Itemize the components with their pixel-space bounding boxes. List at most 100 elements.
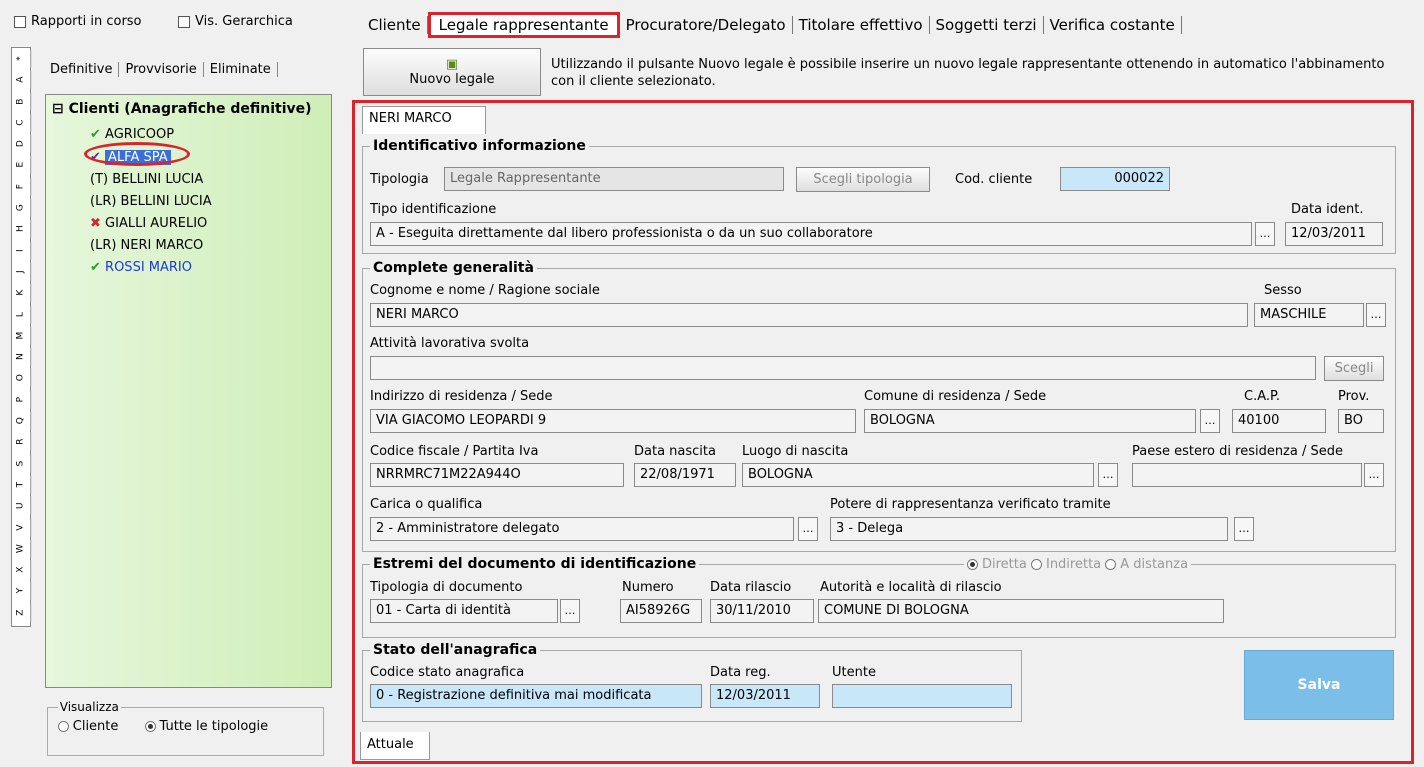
alphabet-letter[interactable]: R xyxy=(10,432,32,451)
prov-field[interactable]: BO xyxy=(1338,409,1384,433)
codice-stato-field[interactable]: 0 - Registrazione definitiva mai modific… xyxy=(370,684,702,708)
radio-tutte[interactable]: Tutte le tipologie xyxy=(144,719,268,734)
alphabet-letter[interactable]: W xyxy=(10,539,32,558)
radio-indiretta[interactable]: Indiretta xyxy=(1030,557,1101,572)
tab-definitive[interactable]: Definitive xyxy=(44,62,120,77)
radio-cliente[interactable]: Cliente xyxy=(57,719,118,734)
salva-button[interactable]: Salva xyxy=(1244,650,1394,720)
autorita-field[interactable]: COMUNE DI BOLOGNA xyxy=(818,599,1224,623)
alphabet-letter[interactable]: V xyxy=(10,518,32,537)
stato-title: Stato dell'anagrafica xyxy=(370,642,541,658)
carica-field[interactable]: 2 - Amministratore delegato xyxy=(370,517,794,541)
tab-verifica[interactable]: Verifica costante xyxy=(1043,16,1182,34)
data-ident-field[interactable]: 12/03/2011 xyxy=(1285,222,1383,246)
numero-field[interactable]: AI58926G xyxy=(620,599,702,623)
tipo-identificazione-field[interactable]: A - Eseguita direttamente dal libero pro… xyxy=(370,222,1252,246)
luogo-picker[interactable]: … xyxy=(1098,463,1118,487)
alphabet-letter[interactable]: K xyxy=(10,283,32,302)
tab-titolare[interactable]: Titolare effettivo xyxy=(792,16,930,34)
attivita-field[interactable] xyxy=(370,356,1316,380)
alphabet-letter[interactable]: I xyxy=(10,241,32,260)
scegli-tipologia-button[interactable]: Scegli tipologia xyxy=(796,167,930,192)
gerarchica-checkbox[interactable]: Vis. Gerarchica xyxy=(178,14,293,29)
alphabet-letter[interactable]: N xyxy=(10,347,32,366)
alphabet-letter[interactable]: E xyxy=(10,156,32,175)
alphabet-letter[interactable]: X xyxy=(10,560,32,579)
alphabet-letter[interactable]: Q xyxy=(10,411,32,430)
tipologia-field[interactable]: Legale Rappresentante xyxy=(444,167,784,191)
tab-cliente[interactable]: Cliente xyxy=(362,16,428,34)
tab-procuratore[interactable]: Procuratore/Delegato xyxy=(619,16,793,34)
tab-soggetti[interactable]: Soggetti terzi xyxy=(929,16,1044,34)
alphabet-letter[interactable]: J xyxy=(10,262,32,281)
alphabet-letter[interactable]: T xyxy=(10,475,32,494)
alphabet-letter[interactable]: U xyxy=(10,496,32,515)
tree-item-gialli[interactable]: ✖ GIALLI AURELIO xyxy=(90,216,207,231)
add-document-icon: ▣ xyxy=(445,57,459,72)
alphabet-letter[interactable]: Z xyxy=(10,603,32,622)
potere-picker[interactable]: … xyxy=(1234,517,1254,541)
sesso-picker[interactable]: … xyxy=(1366,303,1386,327)
tree-root[interactable]: ⊟ Clienti (Anagrafiche definitive) xyxy=(52,101,312,117)
tab-provvisorie[interactable]: Provvisorie xyxy=(119,62,204,77)
alphabet-letter[interactable]: D xyxy=(10,134,32,153)
alphabet-letter[interactable]: F xyxy=(10,177,32,196)
alphabet-letter[interactable]: C xyxy=(10,113,32,132)
sesso-field[interactable]: MASCHILE xyxy=(1254,303,1364,327)
alphabet-letter[interactable]: M xyxy=(10,326,32,345)
radio-distanza[interactable]: A distanza xyxy=(1105,557,1188,572)
scegli-attivita-button[interactable]: Scegli xyxy=(1324,356,1384,381)
cod-cliente-field[interactable]: 000022 xyxy=(1060,167,1170,191)
tree-item-rossi[interactable]: ✔ ROSSI MARIO xyxy=(90,260,192,275)
data-rilascio-field[interactable]: 30/11/2010 xyxy=(710,599,814,623)
radio-diretta[interactable]: Diretta xyxy=(967,557,1027,572)
alphabet-bar: * A B C D E F G H I J K L M N O P Q R S T U V W X Y Z xyxy=(10,47,32,627)
codice-fiscale-field[interactable]: NRRMRC71M22A944O xyxy=(370,463,624,487)
ident-title: Identificativo informazione xyxy=(370,138,589,154)
tab-eliminate[interactable]: Eliminate xyxy=(203,62,278,77)
paese-estero-field[interactable] xyxy=(1132,463,1362,487)
cap-field[interactable]: 40100 xyxy=(1232,409,1326,433)
utente-field[interactable] xyxy=(832,684,1012,708)
potere-field[interactable]: 3 - Delega xyxy=(830,517,1228,541)
tipo-id-picker[interactable]: … xyxy=(1255,222,1275,246)
nome-field[interactable]: NERI MARCO xyxy=(370,303,1248,327)
client-tree: ⊟ Clienti (Anagrafiche definitive) ✔ AGR… xyxy=(45,94,332,688)
main-tabs: Cliente Legale rappresentante Procuratore/… xyxy=(362,12,1182,38)
indirizzo-field[interactable]: VIA GIACOMO LEOPARDI 9 xyxy=(370,409,856,433)
rapporti-checkbox[interactable]: Rapporti in corso xyxy=(14,14,142,29)
alphabet-letter[interactable]: * xyxy=(10,49,32,68)
documento-title: Estremi del documento di identificazione xyxy=(370,556,700,572)
tab-legale[interactable]: Legale rappresentante xyxy=(427,12,620,38)
alphabet-letter[interactable]: S xyxy=(10,454,32,473)
tipo-documento-field[interactable]: 01 - Carta di identità xyxy=(370,599,558,623)
alphabet-letter[interactable]: A xyxy=(10,70,32,89)
tree-item-agricoop[interactable]: ✔ AGRICOOP xyxy=(90,127,174,142)
alphabet-letter[interactable]: L xyxy=(10,305,32,324)
data-nascita-field[interactable]: 22/08/1971 xyxy=(634,463,736,487)
data-reg-field[interactable]: 12/03/2011 xyxy=(710,684,820,708)
comune-picker[interactable]: … xyxy=(1200,409,1220,433)
nuovo-legale-button[interactable]: ▣ Nuovo legale xyxy=(363,48,541,96)
tree-item-t-bellini[interactable]: (T) BELLINI LUCIA xyxy=(90,172,203,187)
carica-picker[interactable]: … xyxy=(798,517,818,541)
alphabet-letter[interactable]: Y xyxy=(10,582,32,601)
tab-attuale[interactable]: Attuale xyxy=(360,732,430,760)
luogo-nascita-field[interactable]: BOLOGNA xyxy=(742,463,1094,487)
visualizza-group: Visualizza Cliente Tutte le tipologie xyxy=(47,700,324,756)
info-text: Utilizzando il pulsante Nuovo legale è p… xyxy=(551,57,1385,89)
alphabet-letter[interactable]: G xyxy=(10,198,32,217)
comune-field[interactable]: BOLOGNA xyxy=(864,409,1196,433)
modalita-radios: Diretta Indiretta A distanza xyxy=(964,557,1192,572)
check-icon: ✔ xyxy=(90,127,101,142)
tipo-doc-picker[interactable]: … xyxy=(560,599,580,623)
tree-item-neri[interactable]: (LR) NERI MARCO xyxy=(90,238,203,253)
alphabet-letter[interactable]: O xyxy=(10,369,32,388)
highlight-circle xyxy=(84,142,190,166)
paese-picker[interactable]: … xyxy=(1364,463,1384,487)
alphabet-letter[interactable]: P xyxy=(10,390,32,409)
tree-item-lr-bellini[interactable]: (LR) BELLINI LUCIA xyxy=(90,194,212,209)
alphabet-letter[interactable]: B xyxy=(10,92,32,111)
tab-record[interactable]: NERI MARCO xyxy=(362,106,486,134)
alphabet-letter[interactable]: H xyxy=(10,220,32,239)
